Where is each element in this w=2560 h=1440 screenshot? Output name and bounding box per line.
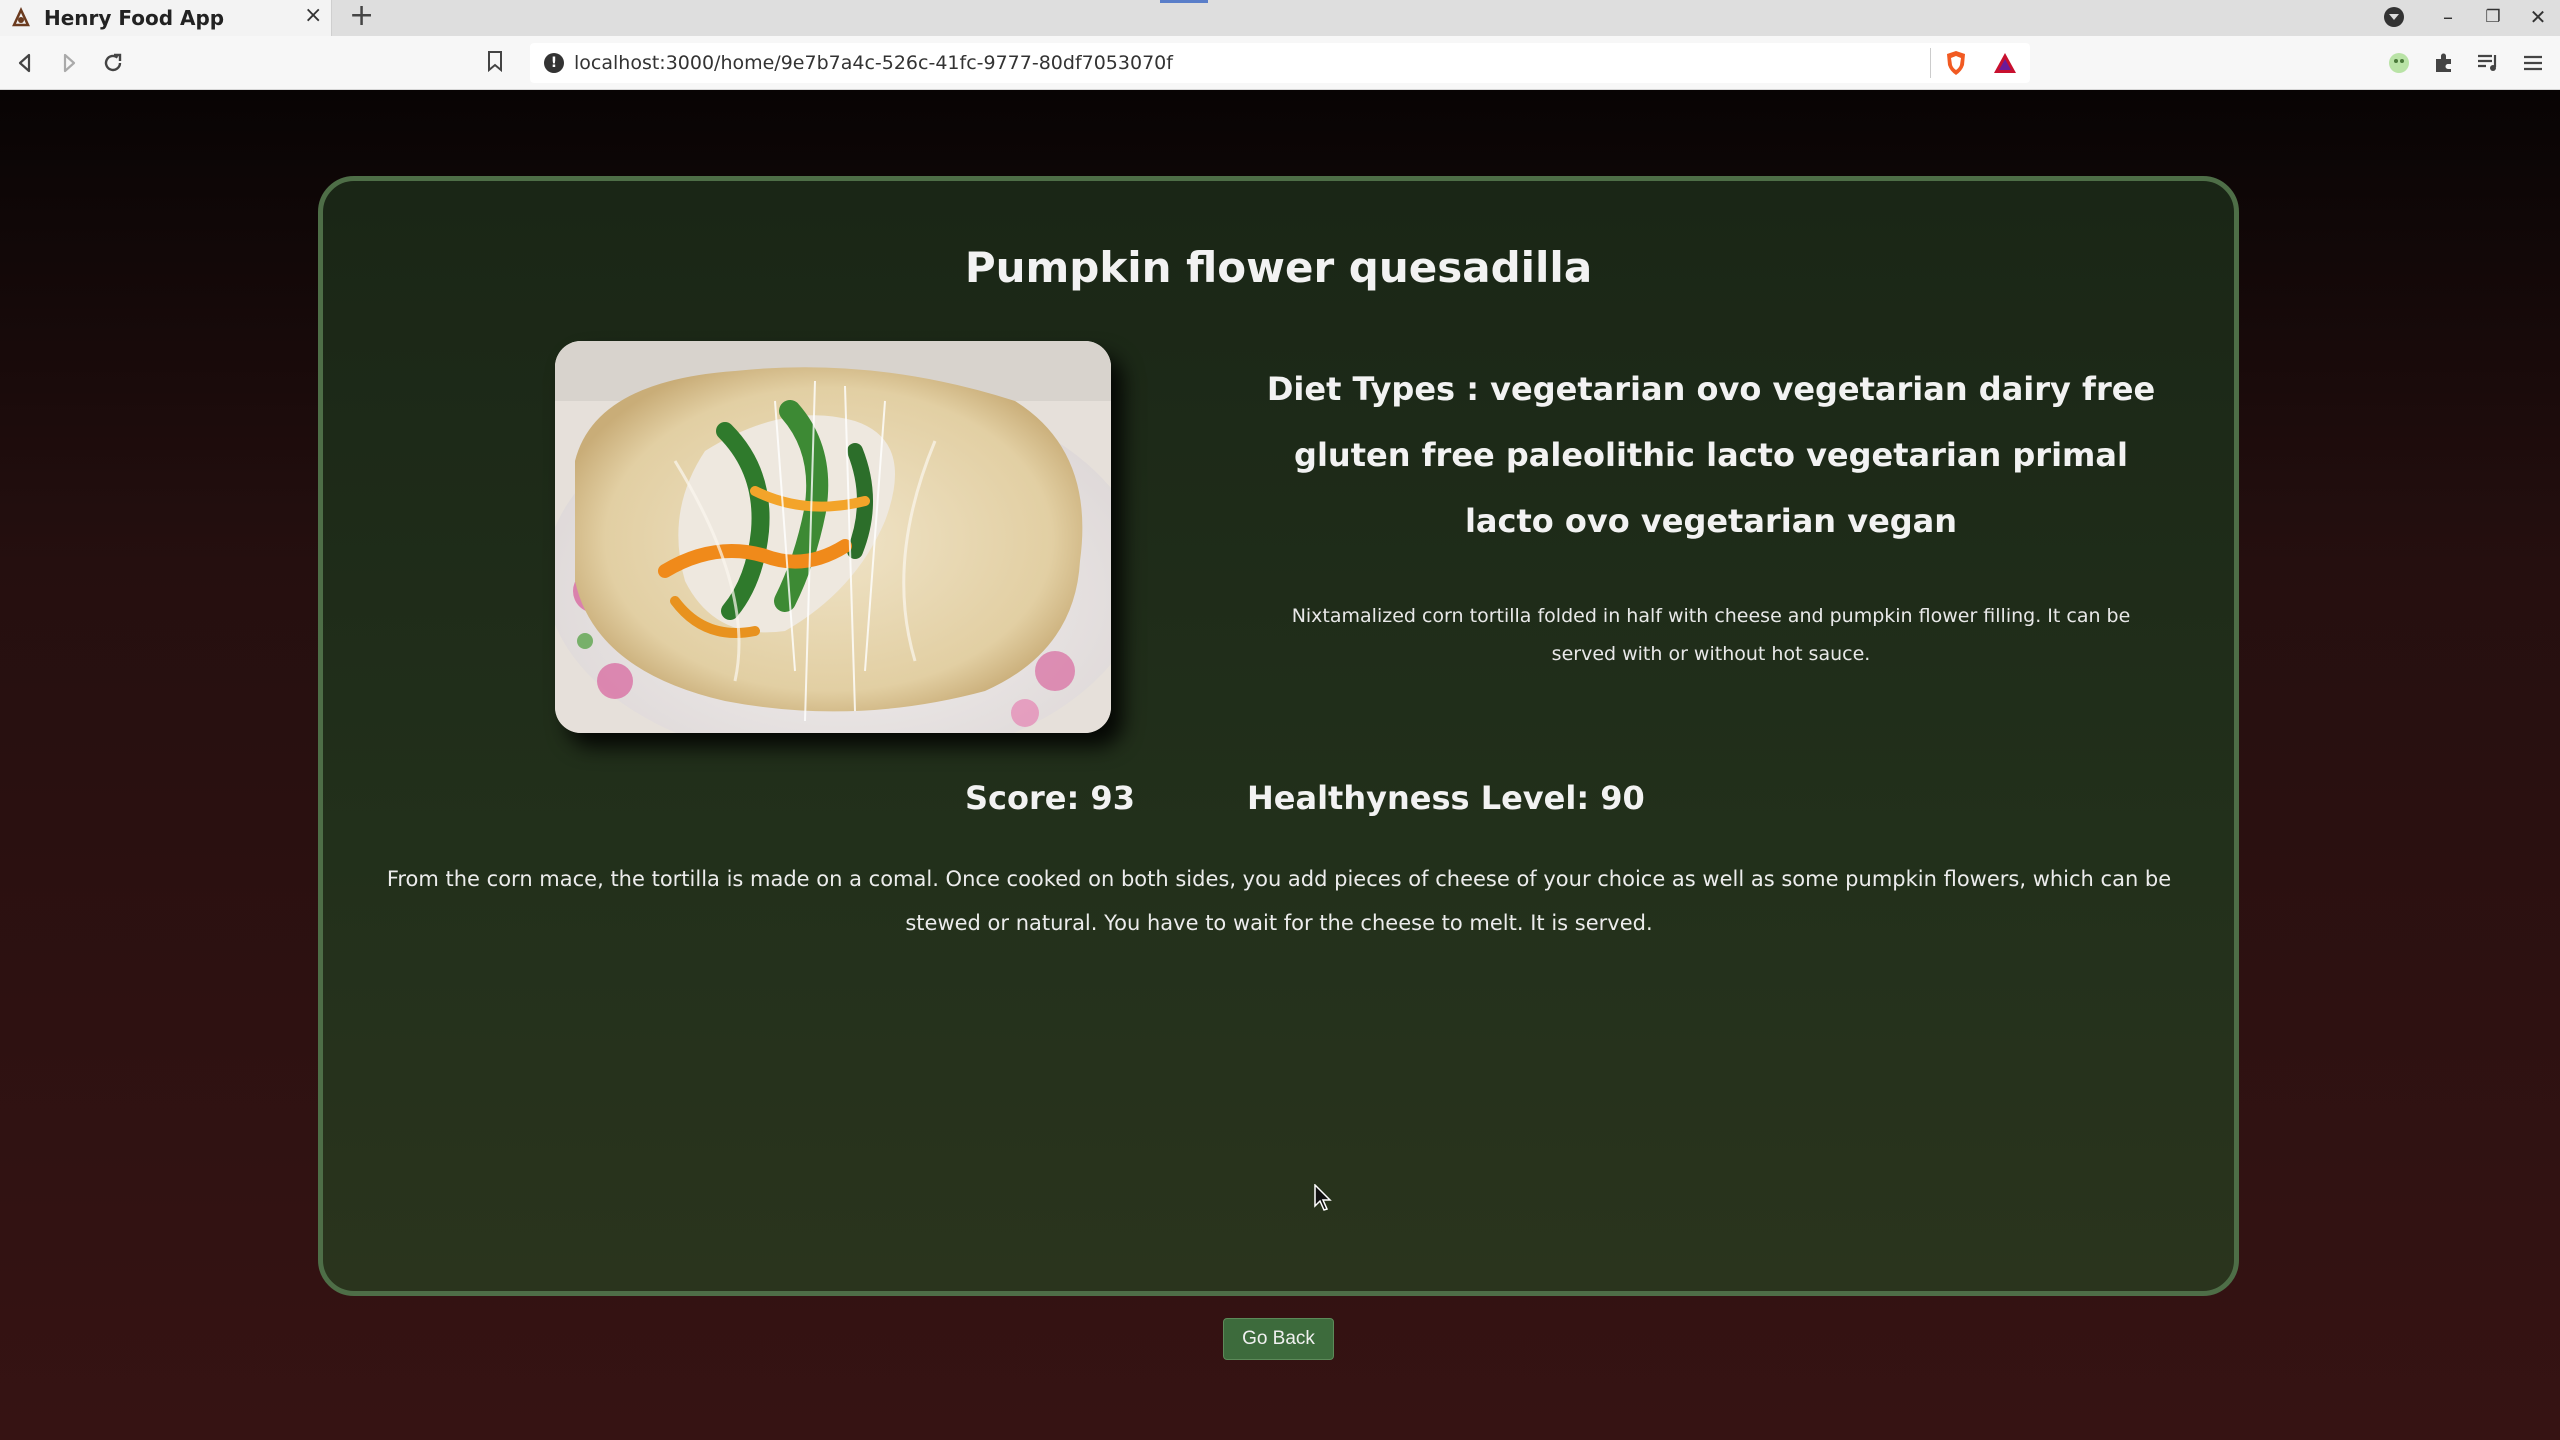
tab-title: Henry Food App [44, 6, 225, 30]
brave-shield-icon[interactable] [1945, 50, 1967, 76]
brave-rewards-icon[interactable] [1993, 52, 2017, 74]
diet-types: Diet Types : vegetarian ovo vegetarian d… [1266, 370, 2156, 540]
health-score: Healthyness Level: 90 [1247, 779, 1645, 817]
quesadilla-photo-illustration [555, 341, 1111, 733]
menu-icon[interactable] [2520, 50, 2546, 76]
minimize-icon[interactable]: – [2431, 0, 2465, 34]
recipe-image [555, 341, 1111, 733]
forward-icon[interactable] [54, 48, 84, 78]
recipe-summary: Nixtamalized corn tortilla folded in hal… [1291, 605, 2131, 665]
new-tab-icon[interactable]: + [349, 0, 374, 32]
url-text[interactable]: localhost:3000/home/9e7b7a4c-526c-41fc-9… [574, 52, 1173, 74]
site-info-icon[interactable]: ! [544, 53, 564, 73]
go-back-button[interactable]: Go Back [1223, 1318, 1334, 1360]
browser-toolbar: ! localhost:3000/home/9e7b7a4c-526c-41fc… [0, 36, 2560, 90]
address-bar[interactable]: ! localhost:3000/home/9e7b7a4c-526c-41fc… [530, 43, 2030, 83]
browser-tab-strip: Henry Food App × + – ❐ ✕ [0, 0, 2560, 36]
mouse-cursor-icon [1314, 1184, 1332, 1211]
media-playlist-icon[interactable] [2475, 50, 2501, 76]
tab-search-icon[interactable] [2384, 7, 2404, 27]
recipe-title: Pumpkin flower quesadilla [964, 243, 1593, 292]
tab-close-icon[interactable]: × [304, 3, 322, 28]
app-favicon-icon [12, 7, 30, 27]
page-background: Pumpkin flower quesadilla Diet Types: v… [0, 90, 2560, 1440]
omnibox-divider [1930, 48, 1931, 78]
tab-loading-indicator [1160, 0, 1208, 3]
reload-icon[interactable] [98, 48, 128, 78]
window-close-icon[interactable]: ✕ [2521, 0, 2555, 34]
bookmark-icon[interactable] [487, 50, 503, 72]
profile-extension-icon[interactable] [2386, 50, 2412, 76]
browser-tab[interactable]: Henry Food App × [0, 0, 332, 36]
extensions-puzzle-icon[interactable] [2431, 50, 2457, 76]
recipe-detail-card: Pumpkin flower quesadilla Diet Types: v… [318, 176, 2239, 1296]
back-icon[interactable] [10, 48, 40, 78]
recipe-score: Score: 93 [965, 779, 1135, 817]
restore-icon[interactable]: ❐ [2476, 0, 2510, 34]
recipe-steps: From the corn mace, the tortilla is made… [386, 867, 2172, 935]
